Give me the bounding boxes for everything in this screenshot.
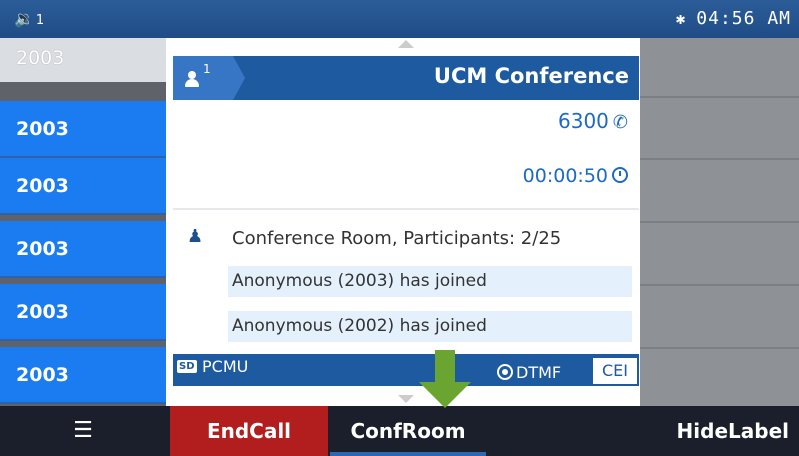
scroll-up-arrow-icon[interactable] [398, 40, 414, 48]
bluetooth-icon: ✱ [675, 9, 687, 28]
conf-room-button[interactable]: ConfRoom [330, 406, 486, 456]
divider [640, 347, 799, 349]
line-key-label: 2003 [16, 364, 69, 386]
user-icon [185, 71, 199, 87]
hide-label-button[interactable]: HideLabel [649, 406, 799, 456]
right-key-column [640, 38, 799, 406]
radio-icon [497, 364, 513, 380]
dtmf-indicator: DTMF [497, 362, 561, 382]
end-call-button[interactable]: EndCall [170, 406, 328, 456]
divider [640, 221, 799, 223]
clock-icon [612, 167, 628, 183]
line-key-6[interactable]: 2003 [0, 347, 166, 404]
line-key-3[interactable]: 2003 [0, 158, 166, 215]
call-timer: 00:00:50 [522, 165, 608, 187]
event-item: Anonymous (2002) has joined [228, 311, 632, 342]
call-title: UCM Conference [433, 64, 629, 88]
speaker-icon: 🔉 [14, 9, 34, 28]
softkey-bar: ☰ EndCall ConfRoom HideLabel [0, 406, 799, 456]
line-key-5[interactable]: 2003 [0, 284, 166, 341]
conference-info: Conference Room, Participants: 2/25 [232, 228, 562, 249]
status-time-area: ✱ 04:56 AM [676, 8, 791, 29]
conference-icon: ♟ [187, 226, 204, 247]
line-key-column: 2003 2003 2003 2003 2003 2003 [0, 38, 166, 406]
call-info-bar: SD PCMU DTMF CEI [173, 354, 639, 386]
volume-index: 1 [35, 13, 45, 28]
cei-badge: CEI [593, 358, 637, 384]
call-panel: 1 UCM Conference 6300 ✆ 00:00:50 ♟ Confer… [166, 38, 640, 406]
line-key-label: 2003 [16, 238, 69, 260]
participant-indicator: 1 [173, 56, 245, 100]
divider [173, 208, 639, 210]
menu-icon: ☰ [73, 418, 93, 443]
call-number-row: 6300 ✆ [558, 109, 628, 133]
scroll-down-arrow-icon[interactable] [398, 395, 414, 403]
status-bar: 🔉 1 ✱ 04:56 AM [0, 0, 799, 38]
divider [640, 96, 799, 98]
dtmf-label: DTMF [516, 363, 562, 382]
codec-label: PCMU [202, 357, 249, 376]
line-key-2[interactable]: 2003 [0, 101, 166, 158]
menu-button[interactable]: ☰ [0, 406, 166, 456]
divider [640, 158, 799, 160]
line-key-label: 2003 [16, 175, 69, 197]
annotation-arrow-icon [419, 350, 471, 408]
user-count: 1 [203, 62, 211, 76]
call-title-bar: 1 UCM Conference [173, 56, 639, 100]
event-item: Anonymous (2003) has joined [228, 266, 632, 297]
call-timer-row: 00:00:50 [523, 165, 628, 187]
status-time: 04:56 AM [696, 8, 791, 29]
phone-icon: ✆ [612, 112, 628, 133]
volume-indicator: 🔉 1 [14, 9, 44, 28]
line-key-1[interactable]: 2003 [0, 38, 166, 82]
line-key-label: 2003 [16, 301, 69, 323]
line-key-4[interactable]: 2003 [0, 221, 166, 278]
call-number: 6300 [558, 109, 609, 133]
line-key-label: 2003 [16, 118, 69, 140]
line-key-label: 2003 [16, 47, 65, 69]
divider [640, 284, 799, 286]
sd-badge: SD [177, 360, 197, 373]
